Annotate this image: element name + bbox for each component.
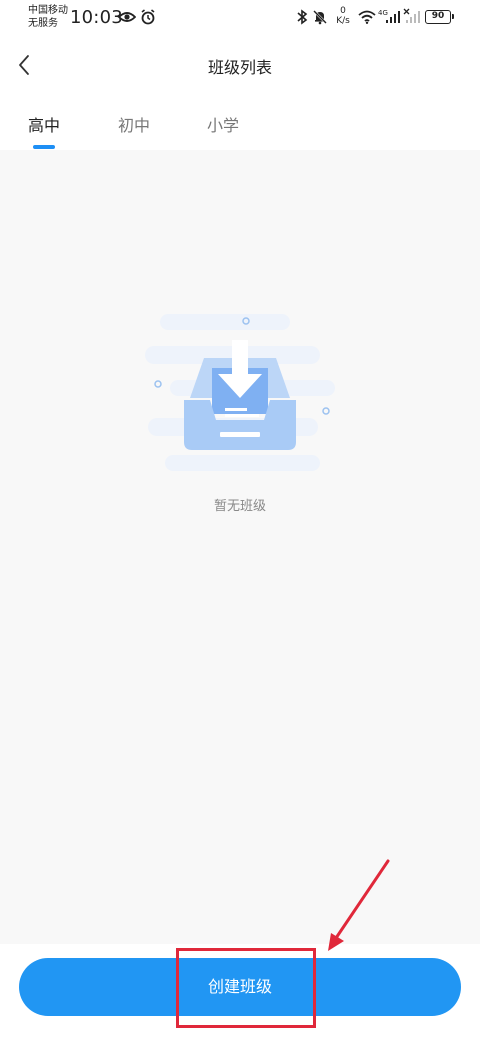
alarm-icon: [141, 9, 155, 25]
page-title: 班级列表: [207, 58, 272, 77]
tab-high-school[interactable]: 高中: [28, 112, 60, 136]
create-class-button[interactable]: 创建班级: [19, 958, 461, 1016]
signal-no-sim-icon: [403, 8, 420, 23]
status-time: 10:03: [70, 7, 123, 28]
service-status: 无服务: [28, 18, 58, 29]
status-bar: 中国移动 无服务 10:03 0 K/s 4G 90: [0, 0, 480, 36]
header-bar: 班级列表: [0, 36, 480, 96]
empty-box-icon: [145, 314, 335, 471]
signal-icon: [386, 11, 400, 23]
tab-primary-school[interactable]: 小学: [207, 112, 239, 136]
empty-state-message: 暂无班级: [213, 499, 266, 514]
tab-middle-school[interactable]: 初中: [118, 112, 150, 136]
carrier-name: 中国移动: [28, 5, 68, 16]
wifi-icon: [358, 10, 376, 24]
battery-indicator: 90: [425, 10, 454, 24]
mute-bell-icon: [313, 10, 327, 25]
bottom-action-bar: 创建班级: [0, 944, 480, 1040]
grade-tabs: 高中 初中 小学: [0, 96, 480, 150]
carrier-info: 中国移动 无服务: [28, 4, 68, 30]
speed-unit: K/s: [336, 16, 350, 26]
network-speed: 0 K/s: [333, 6, 353, 26]
class-list-area: 暂无班级: [0, 150, 480, 944]
active-tab-indicator: [33, 145, 55, 149]
bluetooth-icon: [297, 9, 308, 25]
screen: 中国移动 无服务 10:03 0 K/s 4G 90 班级列表 高中 初中 小学…: [0, 0, 480, 1040]
speed-value: 0: [340, 6, 346, 16]
eye-icon: [118, 12, 136, 22]
